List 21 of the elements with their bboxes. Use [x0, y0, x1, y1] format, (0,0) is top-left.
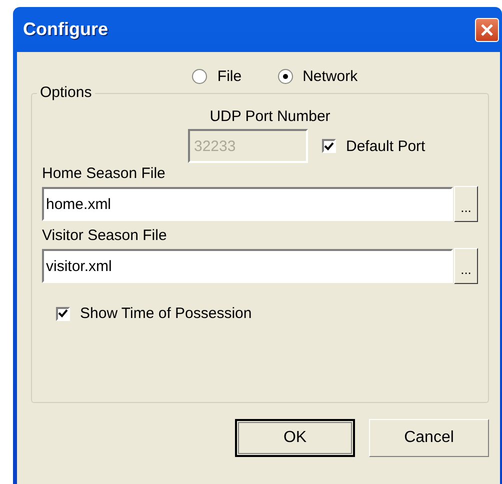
- cancel-button[interactable]: Cancel: [369, 419, 489, 457]
- checkbox[interactable]: [56, 306, 70, 320]
- radio-label: File: [217, 68, 242, 85]
- checkbox-label: Default Port: [346, 138, 426, 154]
- radio-button[interactable]: [192, 69, 208, 84]
- radio-label: Network: [302, 68, 358, 85]
- file-field[interactable]: home.xml: [42, 187, 453, 221]
- field-label: Home Season File: [42, 165, 166, 182]
- ok-button[interactable]: OK: [235, 419, 355, 457]
- file-field[interactable]: visitor.xml: [42, 249, 453, 283]
- close-button[interactable]: [475, 18, 499, 42]
- checkbox[interactable]: [322, 139, 336, 153]
- group-title: Options: [37, 84, 95, 101]
- close-icon: [480, 22, 494, 36]
- browse-button[interactable]: ...: [454, 248, 478, 284]
- window-title: Configure: [23, 19, 108, 40]
- field-label: Visitor Season File: [42, 227, 168, 244]
- radio-button[interactable]: [278, 69, 293, 84]
- field-label: UDP Port Number: [210, 108, 330, 125]
- browse-button[interactable]: ...: [454, 186, 478, 222]
- checkbox-label: Show Time of Possession: [80, 305, 252, 322]
